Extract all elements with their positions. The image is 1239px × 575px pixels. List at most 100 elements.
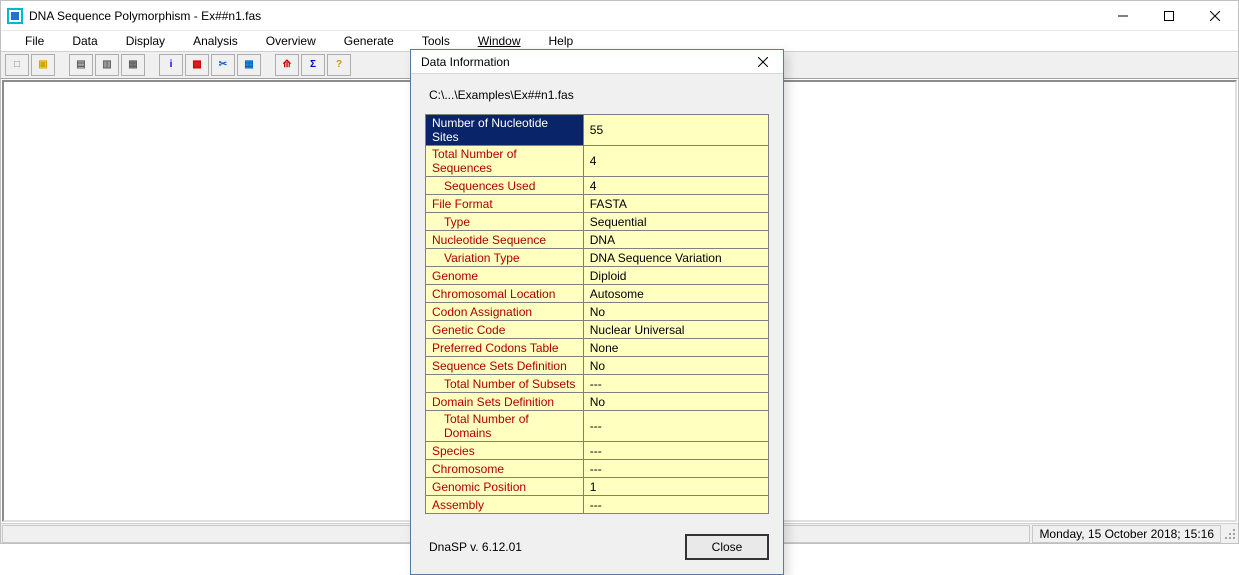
menu-file[interactable]: File — [11, 32, 58, 50]
chart-button[interactable]: ⟰ — [275, 54, 299, 76]
row-value: Autosome — [583, 285, 768, 303]
row-value: --- — [583, 496, 768, 514]
sigma-button[interactable]: Σ — [301, 54, 325, 76]
table-row[interactable]: Variation TypeDNA Sequence Variation — [426, 249, 769, 267]
menu-data[interactable]: Data — [58, 32, 111, 50]
row-key: Nucleotide Sequence — [426, 231, 584, 249]
row-value: DNA Sequence Variation — [583, 249, 768, 267]
row-key: Genome — [426, 267, 584, 285]
help-icon: ? — [336, 60, 342, 70]
table-row[interactable]: Chromosomal LocationAutosome — [426, 285, 769, 303]
dialog-title: Data Information — [421, 55, 749, 69]
data-information-dialog: Data Information C:\...\Examples\Ex##n1.… — [410, 49, 784, 575]
printer-button[interactable]: ▦ — [121, 54, 145, 76]
table-row[interactable]: Genomic Position1 — [426, 478, 769, 496]
row-value: 55 — [583, 115, 768, 146]
row-value: No — [583, 393, 768, 411]
options-icon: ▩ — [192, 60, 201, 70]
resize-grip-icon[interactable] — [1222, 526, 1238, 542]
maximize-button[interactable] — [1146, 1, 1192, 31]
version-label: DnaSP v. 6.12.01 — [425, 540, 685, 554]
dialog-close-icon[interactable] — [749, 52, 777, 72]
sigma-icon: Σ — [310, 60, 316, 70]
status-datetime: Monday, 15 October 2018; 15:16 — [1032, 525, 1221, 543]
row-value: Sequential — [583, 213, 768, 231]
table-row[interactable]: Assembly--- — [426, 496, 769, 514]
table-row[interactable]: Chromosome--- — [426, 460, 769, 478]
row-value: --- — [583, 411, 768, 442]
row-key: Sequence Sets Definition — [426, 357, 584, 375]
help-button[interactable]: ? — [327, 54, 351, 76]
table-row[interactable]: Sequences Used4 — [426, 177, 769, 195]
table-row[interactable]: Species--- — [426, 442, 769, 460]
printer-icon: ▦ — [128, 60, 137, 70]
menu-overview[interactable]: Overview — [252, 32, 330, 50]
row-key: Species — [426, 442, 584, 460]
options-button[interactable]: ▩ — [185, 54, 209, 76]
table-button[interactable]: ▦ — [237, 54, 261, 76]
info-icon: i — [170, 60, 173, 70]
table-icon: ▦ — [244, 60, 253, 70]
app-logo-icon — [7, 8, 23, 24]
open-button[interactable]: ▣ — [31, 54, 55, 76]
row-value: No — [583, 357, 768, 375]
row-key: Assembly — [426, 496, 584, 514]
minimize-button[interactable] — [1100, 1, 1146, 31]
table-row[interactable]: Codon AssignationNo — [426, 303, 769, 321]
menu-generate[interactable]: Generate — [330, 32, 408, 50]
row-value: Nuclear Universal — [583, 321, 768, 339]
cut-button[interactable]: ✂ — [211, 54, 235, 76]
table-row[interactable]: Sequence Sets DefinitionNo — [426, 357, 769, 375]
print-button[interactable]: ▥ — [95, 54, 119, 76]
titlebar: DNA Sequence Polymorphism - Ex##n1.fas — [1, 1, 1238, 31]
row-key: Type — [426, 213, 584, 231]
info-button[interactable]: i — [159, 54, 183, 76]
table-row[interactable]: Total Number of Subsets--- — [426, 375, 769, 393]
open-icon: ▣ — [38, 60, 47, 70]
table-row[interactable]: Preferred Codons TableNone — [426, 339, 769, 357]
menubar: FileDataDisplayAnalysisOverviewGenerateT… — [1, 31, 1238, 51]
row-key: Number of Nucleotide Sites — [426, 115, 584, 146]
row-value: None — [583, 339, 768, 357]
table-row[interactable]: GenomeDiploid — [426, 267, 769, 285]
menu-window[interactable]: Window — [464, 32, 535, 50]
chart-icon: ⟰ — [283, 60, 291, 70]
close-button[interactable] — [1192, 1, 1238, 31]
dialog-titlebar[interactable]: Data Information — [411, 50, 783, 74]
row-key: Chromosome — [426, 460, 584, 478]
row-value: --- — [583, 375, 768, 393]
menu-help[interactable]: Help — [535, 32, 588, 50]
menu-display[interactable]: Display — [112, 32, 179, 50]
row-value: --- — [583, 442, 768, 460]
row-key: Total Number of Sequences — [426, 146, 584, 177]
table-row[interactable]: Total Number of Domains--- — [426, 411, 769, 442]
new-icon: □ — [14, 60, 20, 70]
row-key: Variation Type — [426, 249, 584, 267]
table-row[interactable]: Total Number of Sequences4 — [426, 146, 769, 177]
row-key: Total Number of Domains — [426, 411, 584, 442]
file-path-label: C:\...\Examples\Ex##n1.fas — [429, 88, 769, 102]
row-key: File Format — [426, 195, 584, 213]
table-row[interactable]: File FormatFASTA — [426, 195, 769, 213]
table-row[interactable]: Number of Nucleotide Sites55 — [426, 115, 769, 146]
new-button[interactable]: □ — [5, 54, 29, 76]
row-value: 4 — [583, 146, 768, 177]
table-row[interactable]: TypeSequential — [426, 213, 769, 231]
row-value: 4 — [583, 177, 768, 195]
row-key: Preferred Codons Table — [426, 339, 584, 357]
cut-icon: ✂ — [219, 60, 227, 70]
menu-analysis[interactable]: Analysis — [179, 32, 252, 50]
table-row[interactable]: Nucleotide SequenceDNA — [426, 231, 769, 249]
save-icon: ▤ — [76, 60, 85, 70]
row-key: Genomic Position — [426, 478, 584, 496]
row-key: Total Number of Subsets — [426, 375, 584, 393]
table-row[interactable]: Domain Sets DefinitionNo — [426, 393, 769, 411]
row-value: Diploid — [583, 267, 768, 285]
row-key: Genetic Code — [426, 321, 584, 339]
table-row[interactable]: Genetic CodeNuclear Universal — [426, 321, 769, 339]
row-key: Sequences Used — [426, 177, 584, 195]
close-button-dialog[interactable]: Close — [685, 534, 769, 560]
menu-tools[interactable]: Tools — [408, 32, 464, 50]
row-key: Chromosomal Location — [426, 285, 584, 303]
save-button[interactable]: ▤ — [69, 54, 93, 76]
